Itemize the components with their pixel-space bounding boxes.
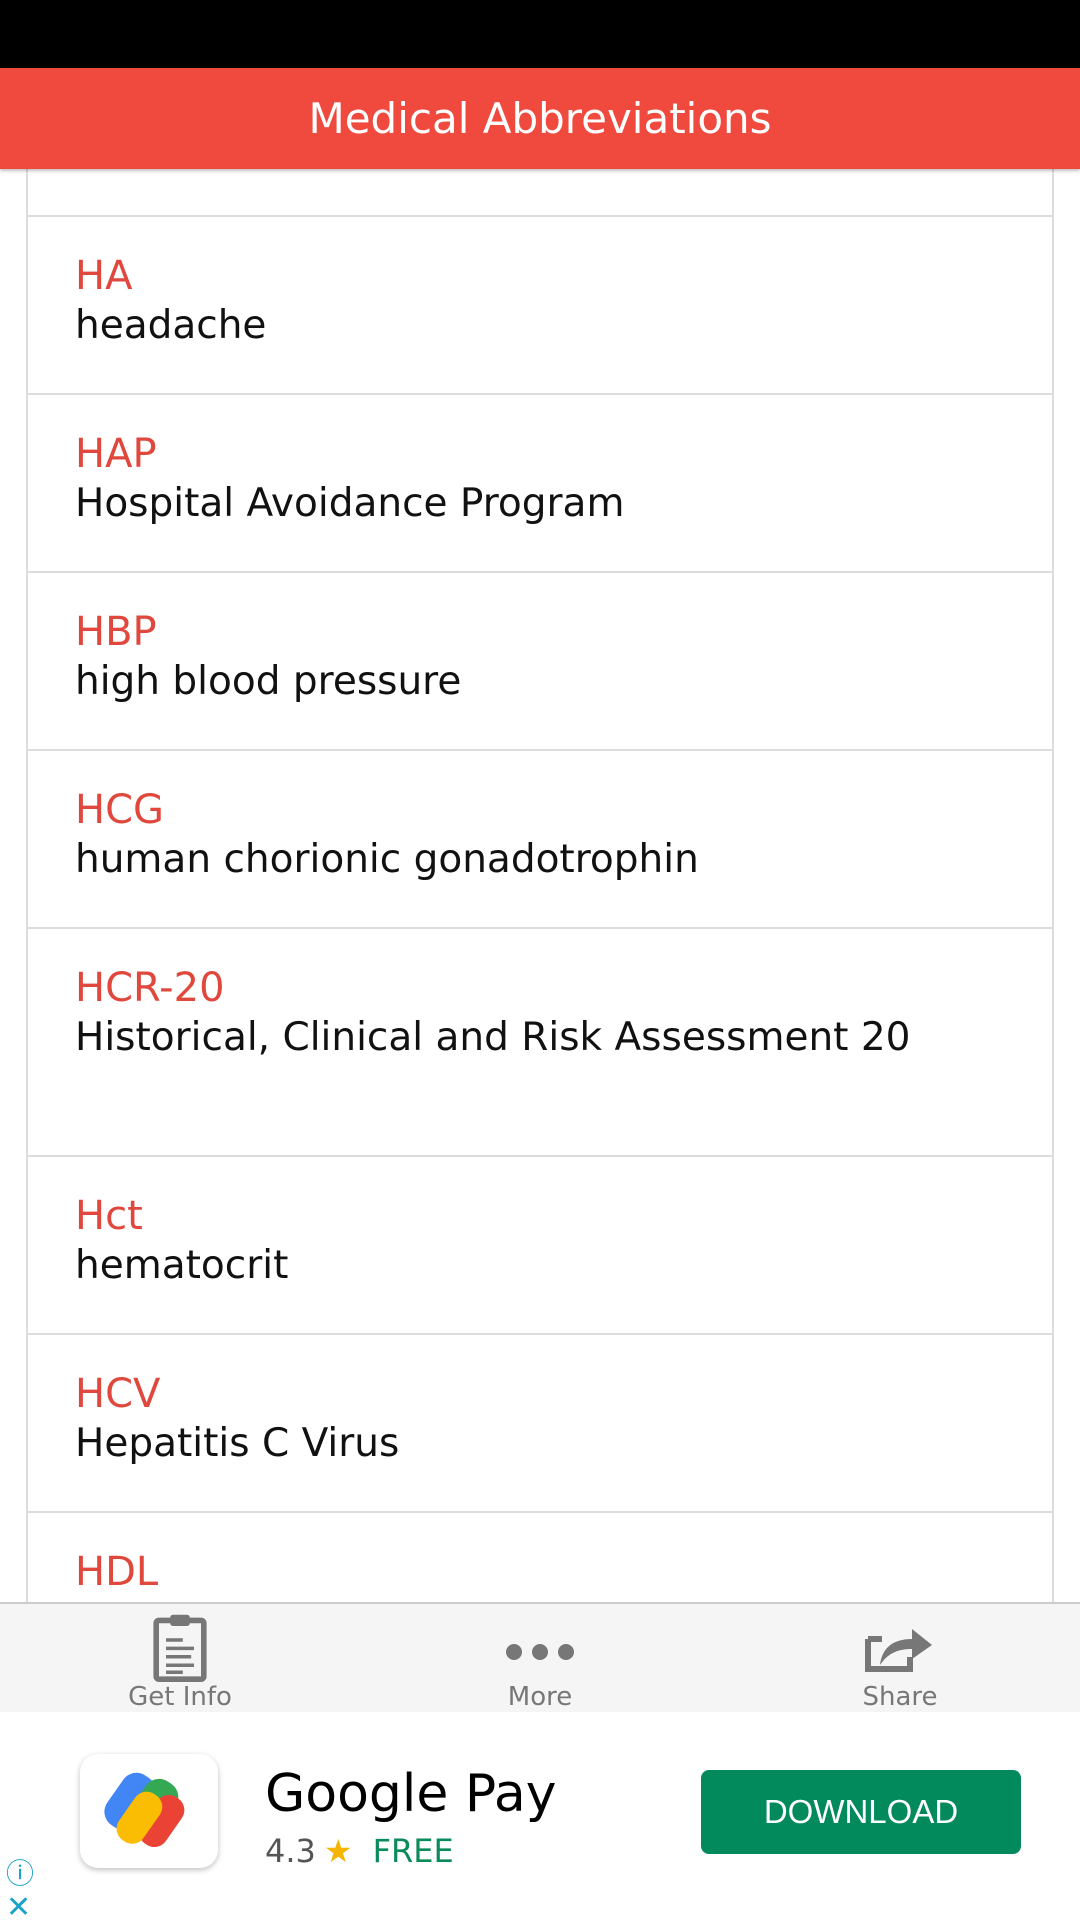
status-bar xyxy=(0,0,1080,68)
ad-rating: 4.3 xyxy=(265,1832,316,1870)
abbreviation: HCV xyxy=(75,1371,161,1417)
ad-rating-row: 4.3 ★ FREE xyxy=(265,1832,454,1870)
definition: Hepatitis C Virus xyxy=(75,1421,400,1466)
ad-info-icon[interactable]: ⓘ xyxy=(6,1852,34,1892)
definition: headache xyxy=(75,303,267,348)
share-icon xyxy=(865,1629,932,1672)
definition: hematocrit xyxy=(75,1243,289,1288)
more-dots-icon xyxy=(506,1644,574,1660)
list-item[interactable]: HA headache xyxy=(28,217,1052,395)
tab-label: More xyxy=(507,1682,573,1712)
abbreviation: HDL xyxy=(75,1549,159,1595)
get-info-button[interactable]: Get Info xyxy=(0,1604,360,1712)
star-icon: ★ xyxy=(323,1832,353,1870)
page-title: Medical Abbreviations xyxy=(308,94,772,143)
bottom-toolbar: Get Info More Share xyxy=(0,1602,1080,1712)
ad-price: FREE xyxy=(372,1832,454,1870)
list-item[interactable]: HCG human chorionic gonadotrophin xyxy=(28,751,1052,929)
abbreviation: Hct xyxy=(75,1193,143,1239)
share-button[interactable]: Share xyxy=(720,1604,1080,1712)
definition: Hospital Avoidance Program xyxy=(75,481,625,526)
definition: high blood pressure xyxy=(75,659,462,704)
abbreviation-list[interactable]: HA headache HAP Hospital Avoidance Program… xyxy=(26,169,1054,1602)
abbreviation: HCR-20 xyxy=(75,965,225,1011)
definition: human chorionic gonadotrophin xyxy=(75,837,699,882)
ad-banner[interactable]: Google Pay 4.3 ★ FREE DOWNLOAD ⓘ ✕ xyxy=(0,1712,1080,1925)
list-item[interactable]: Hct hematocrit xyxy=(28,1157,1052,1335)
list-item-partial[interactable] xyxy=(28,169,1052,217)
list-item[interactable]: HCR-20 Historical, Clinical and Risk Asse… xyxy=(28,929,1052,1157)
list-item[interactable]: HCV Hepatitis C Virus xyxy=(28,1335,1052,1513)
list-item[interactable]: HBP high blood pressure xyxy=(28,573,1052,751)
abbreviation: HA xyxy=(75,253,133,299)
ad-app-name: Google Pay xyxy=(265,1764,557,1824)
list-item[interactable]: HAP Hospital Avoidance Program xyxy=(28,395,1052,573)
abbreviation: HCG xyxy=(75,787,165,833)
google-pay-logo xyxy=(80,1754,218,1868)
download-button[interactable]: DOWNLOAD xyxy=(701,1770,1021,1854)
tab-label: Share xyxy=(862,1682,938,1712)
definition: Historical, Clinical and Risk Assessment… xyxy=(75,1015,911,1060)
abbreviation: HAP xyxy=(75,431,157,477)
more-button[interactable]: More xyxy=(360,1604,720,1712)
app-header: Medical Abbreviations xyxy=(0,68,1080,169)
tab-label: Get Info xyxy=(128,1682,232,1712)
list-item[interactable]: HDL xyxy=(28,1513,1052,1602)
abbreviation: HBP xyxy=(75,609,157,655)
clipboard-icon xyxy=(153,1614,207,1682)
